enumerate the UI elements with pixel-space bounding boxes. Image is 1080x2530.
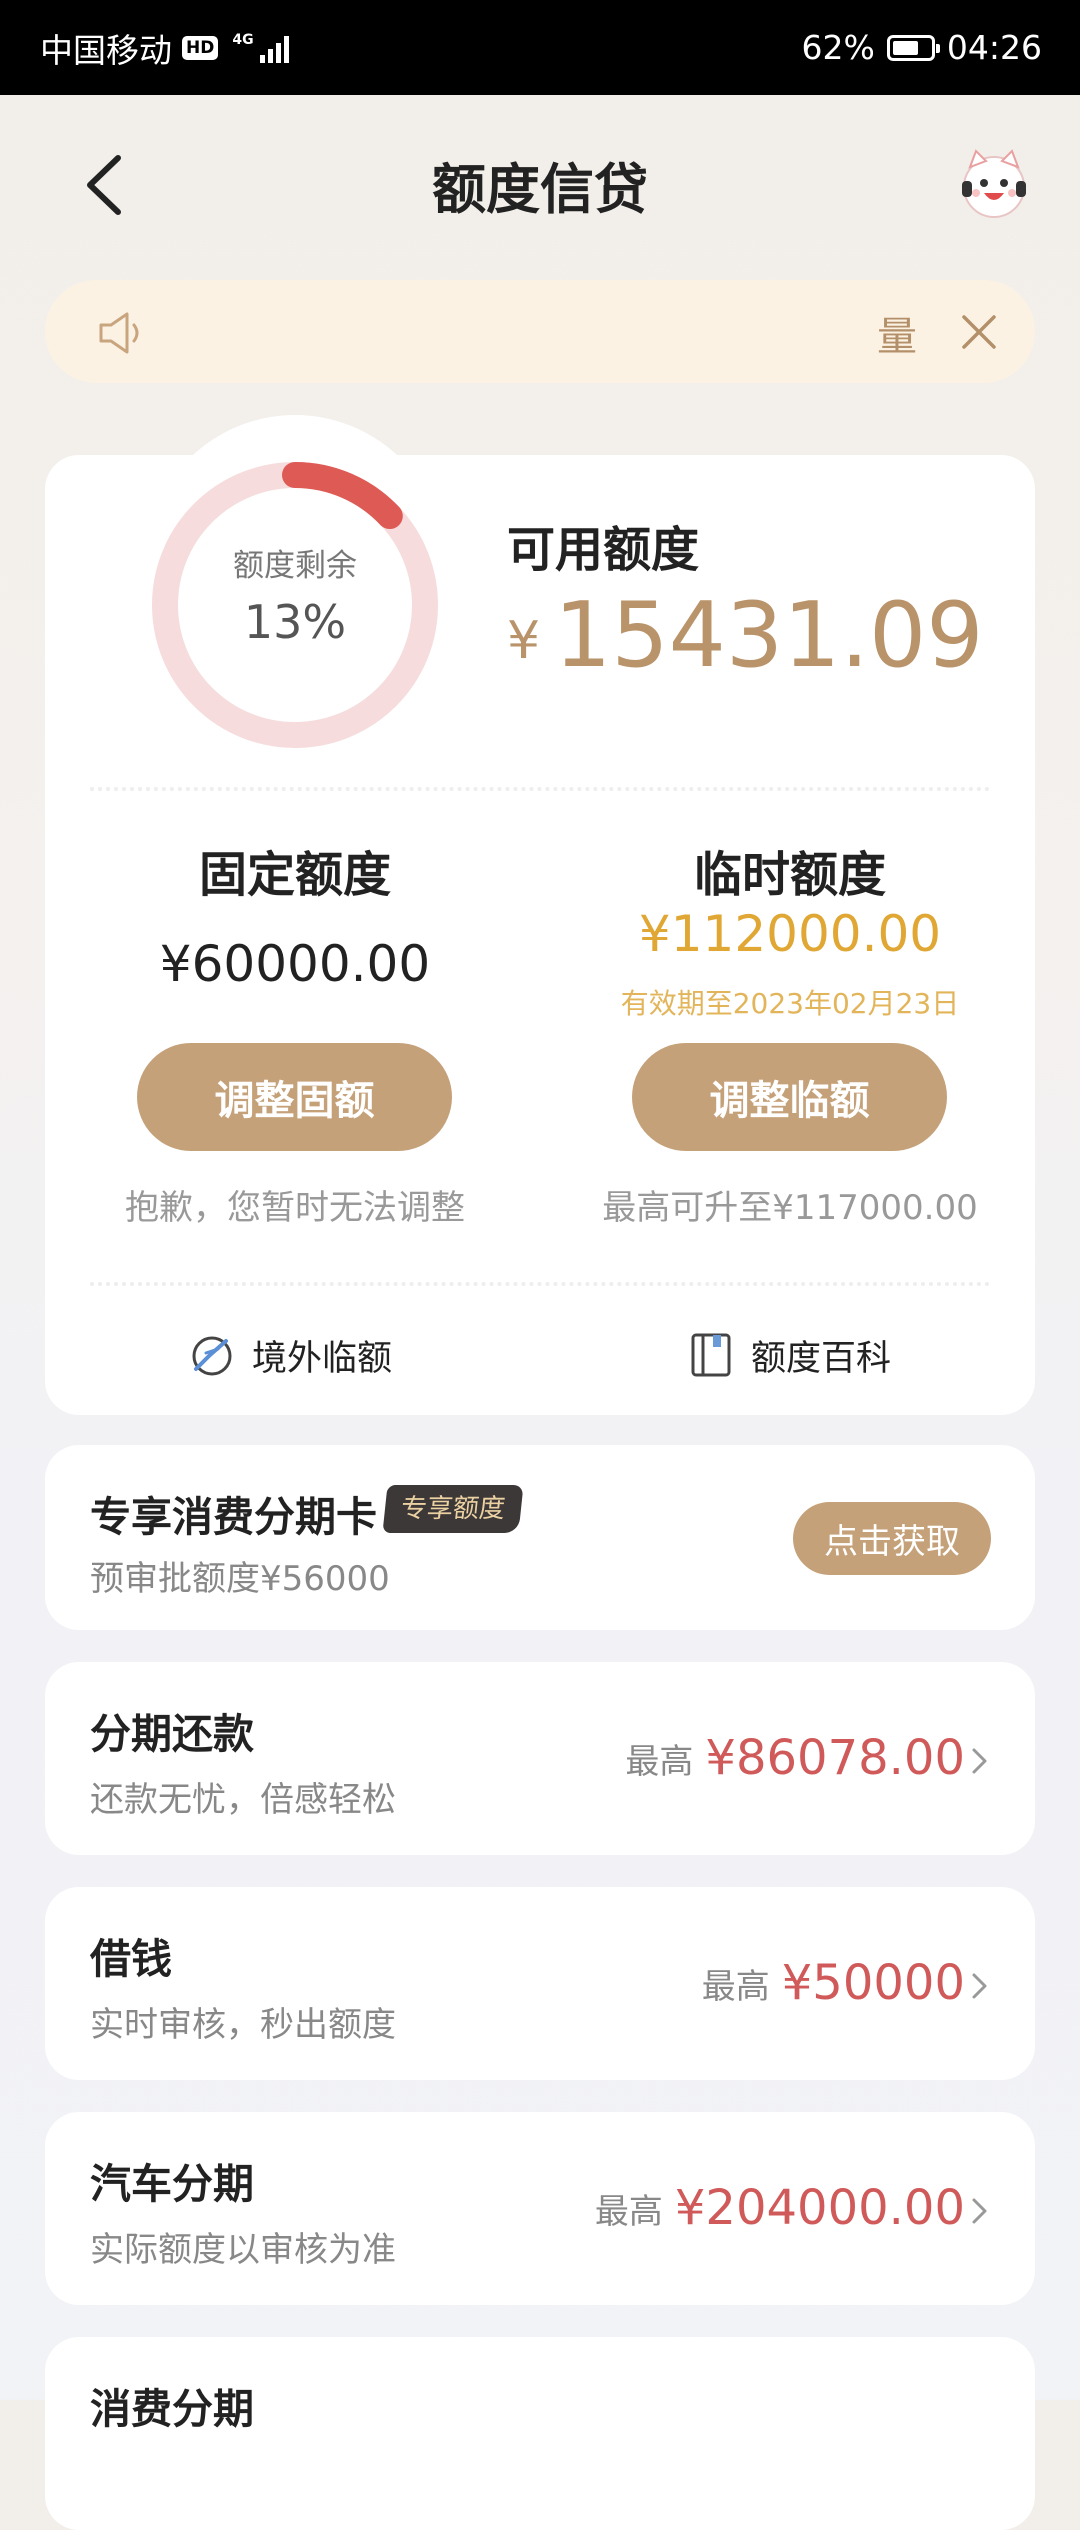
- quota-card: 额度剩余 13% 可用额度 ¥15431.09 固定额度 ¥60000.00 调…: [45, 455, 1035, 1415]
- currency-symbol: ¥: [507, 611, 541, 671]
- row-title: 消费分期: [90, 2385, 254, 2433]
- notice-text: 量: [877, 314, 917, 360]
- row-amount-group: 最高 ¥204000.00: [595, 2180, 965, 2236]
- divider: [90, 787, 990, 791]
- chevron-right-icon: [972, 1748, 987, 1774]
- row-amount: ¥204000.00: [674, 2180, 965, 2236]
- network-type: 4G: [232, 31, 254, 48]
- row-amount: ¥86078.00: [705, 1730, 965, 1786]
- status-right: 62% 04:26: [802, 0, 1042, 95]
- close-icon[interactable]: [959, 312, 999, 352]
- installment-repay-row[interactable]: 分期还款 还款无忧，倍感轻松 最高 ¥86078.00: [45, 1662, 1035, 1855]
- notice-banner[interactable]: 量: [45, 280, 1035, 383]
- row-subtitle: 实际额度以审核为准: [90, 2230, 396, 2270]
- available-amount-value: 15431.09: [554, 583, 984, 688]
- promo-badge: 专享额度: [382, 1485, 524, 1533]
- ring-label: 额度剩余: [233, 548, 357, 584]
- signal-icon: 4G: [232, 31, 289, 63]
- fixed-quota-amount: ¥60000.00: [159, 935, 431, 993]
- divider: [90, 1282, 990, 1286]
- hd-badge: HD: [182, 35, 219, 60]
- row-max-label: 最高: [594, 2191, 663, 2232]
- row-max-label: 最高: [701, 1966, 770, 2007]
- row-amount-group: 最高 ¥50000: [702, 1955, 965, 2011]
- chevron-right-icon: [972, 1973, 987, 1999]
- get-offer-button[interactable]: 点击获取: [793, 1502, 991, 1575]
- fixed-quota-title: 固定额度: [198, 847, 391, 903]
- book-icon: [691, 1333, 731, 1377]
- status-bar: 中国移动 HD 4G 62% 04:26: [0, 0, 1080, 95]
- temporary-quota-title: 临时额度: [693, 847, 886, 903]
- row-max-label: 最高: [625, 1741, 694, 1782]
- temporary-quota-amount: ¥112000.00: [638, 905, 942, 963]
- promo-card[interactable]: 专享消费分期卡 专享额度 预审批额度¥56000 点击获取: [45, 1445, 1035, 1630]
- overseas-quota-label: 境外临额: [252, 1338, 393, 1379]
- row-subtitle: 还款无忧，倍感轻松: [90, 1780, 396, 1820]
- nav-bar: 额度信贷: [0, 95, 1080, 265]
- plane-globe-icon: [192, 1336, 232, 1376]
- overseas-quota-link[interactable]: 境外临额: [188, 1320, 392, 1390]
- temporary-quota-note: 最高可升至¥117000.00: [602, 1188, 978, 1228]
- borrow-money-row[interactable]: 借钱 实时审核，秒出额度 最高 ¥50000: [45, 1887, 1035, 2080]
- row-title: 借钱: [90, 1935, 172, 1983]
- page-title: 额度信贷: [432, 158, 648, 221]
- consumer-installment-row[interactable]: 消费分期: [45, 2337, 1035, 2530]
- adjust-fixed-button[interactable]: 调整固额: [137, 1043, 452, 1151]
- status-left: 中国移动 HD 4G: [40, 0, 289, 95]
- row-title: 分期还款: [90, 1710, 254, 1758]
- clock: 04:26: [946, 28, 1042, 67]
- chevron-right-icon: [972, 2198, 987, 2224]
- quota-wiki-label: 额度百科: [751, 1338, 892, 1379]
- row-title: 汽车分期: [90, 2160, 254, 2208]
- assistant-mascot-icon[interactable]: [956, 145, 1032, 221]
- row-amount: ¥50000: [781, 1955, 965, 2011]
- speaker-icon: [99, 312, 139, 354]
- fixed-quota-note: 抱歉，您暂时无法调整: [125, 1188, 465, 1228]
- car-installment-row[interactable]: 汽车分期 实际额度以审核为准 最高 ¥204000.00: [45, 2112, 1035, 2305]
- battery-icon: [886, 34, 940, 61]
- battery-percent: 62%: [801, 28, 875, 67]
- promo-subtitle: 预审批额度¥56000: [90, 1559, 390, 1599]
- available-quota-label: 可用额度: [507, 522, 700, 578]
- quota-wiki-link[interactable]: 额度百科: [687, 1320, 891, 1390]
- available-quota-amount: ¥15431.09: [507, 583, 984, 688]
- promo-title: 专享消费分期卡: [90, 1493, 377, 1541]
- row-subtitle: 实时审核，秒出额度: [90, 2005, 396, 2045]
- ring-percent: 13%: [243, 595, 347, 649]
- carrier-name: 中国移动: [40, 30, 172, 70]
- adjust-temporary-button[interactable]: 调整临额: [632, 1043, 947, 1151]
- temporary-quota-validity: 有效期至2023年02月23日: [620, 987, 960, 1020]
- row-amount-group: 最高 ¥86078.00: [625, 1730, 965, 1786]
